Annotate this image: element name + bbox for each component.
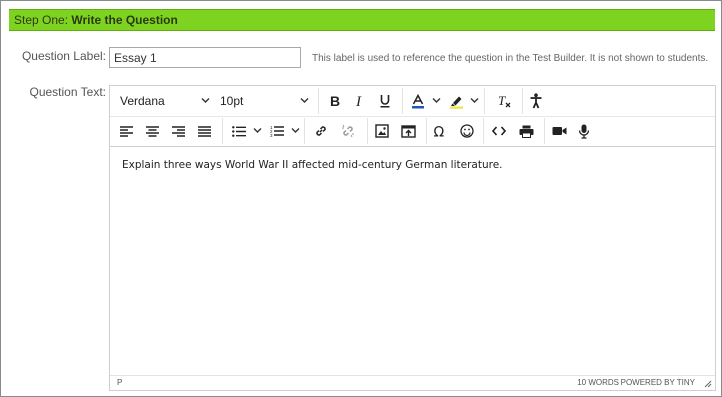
image-icon (375, 124, 389, 138)
toolbar-row-2: 123 Ω (110, 116, 715, 147)
numbered-list-button[interactable]: 123 (265, 119, 289, 143)
bold-button[interactable]: B (323, 89, 347, 113)
font-family-select[interactable]: Verdana (114, 89, 214, 113)
upload-button[interactable] (396, 119, 420, 143)
insert-video-button[interactable] (547, 119, 571, 143)
text-color-icon (411, 93, 425, 109)
video-icon (552, 126, 567, 136)
bullet-list-icon (232, 125, 246, 137)
microphone-icon (578, 124, 590, 139)
code-icon (492, 126, 506, 136)
question-text-label: Question Text: (29, 85, 107, 99)
rich-text-editor: Verdana 10pt B I T 1 2 3 Ω Explain three… (109, 85, 716, 391)
upload-icon (400, 124, 416, 138)
italic-icon: I (355, 94, 365, 108)
insert-link-button[interactable] (309, 119, 333, 143)
chevron-down-icon (432, 97, 441, 104)
clear-format-button[interactable]: T (492, 89, 516, 113)
svg-text:B: B (330, 94, 340, 108)
align-right-icon (171, 125, 185, 137)
source-code-button[interactable] (487, 119, 511, 143)
element-path[interactable]: P (117, 378, 122, 387)
clear-format-icon: T (497, 94, 511, 108)
underline-button[interactable] (373, 89, 397, 113)
chevron-down-icon (470, 97, 479, 104)
underline-icon (379, 94, 391, 108)
chevron-down-icon (291, 127, 300, 134)
accessibility-checker-button[interactable] (524, 89, 548, 113)
step-prefix: Step One: (14, 13, 69, 27)
svg-text:3: 3 (270, 133, 273, 137)
step-header: Step One: Write the Question (9, 9, 715, 31)
powered-by-tiny-link[interactable]: POWERED BY TINY (621, 378, 695, 387)
align-left-button[interactable] (114, 119, 138, 143)
unlink-icon (341, 124, 355, 138)
svg-text:Ω: Ω (434, 125, 445, 139)
svg-text:T: T (498, 94, 506, 108)
insert-image-button[interactable] (370, 119, 394, 143)
align-center-button[interactable] (140, 119, 164, 143)
emoji-button[interactable] (455, 119, 479, 143)
font-size-value: 10pt (220, 94, 244, 108)
chevron-down-icon (253, 127, 262, 134)
highlight-button[interactable] (444, 89, 468, 113)
italic-button[interactable]: I (348, 89, 372, 113)
align-left-icon (119, 125, 133, 137)
word-count[interactable]: 10 WORDS (577, 378, 619, 387)
question-text-content: Explain three ways World War II affected… (122, 159, 503, 171)
highlight-icon (449, 94, 464, 109)
justify-button[interactable] (192, 119, 216, 143)
question-editor-panel: Step One: Write the Question Question La… (0, 0, 722, 397)
record-audio-button[interactable] (572, 119, 596, 143)
question-label-label: Question Label: (21, 49, 106, 63)
print-button[interactable] (514, 119, 538, 143)
accessibility-icon (529, 93, 543, 109)
omega-icon: Ω (433, 124, 447, 139)
editor-status-bar: P 10 WORDS POWERED BY TINY (110, 375, 715, 390)
chevron-down-icon (300, 97, 309, 104)
step-title: Write the Question (71, 13, 178, 27)
text-color-button[interactable] (406, 89, 430, 113)
bold-icon: B (329, 94, 341, 108)
font-family-value: Verdana (120, 94, 165, 108)
special-character-button[interactable]: Ω (428, 119, 452, 143)
numbered-list-icon: 123 (270, 125, 284, 137)
resize-handle-icon[interactable] (704, 380, 712, 388)
question-label-input[interactable] (109, 47, 301, 68)
editor-content-area[interactable]: Explain three ways World War II affected… (110, 147, 715, 375)
svg-text:I: I (355, 94, 362, 108)
align-right-button[interactable] (166, 119, 190, 143)
justify-icon (197, 125, 211, 137)
align-center-icon (145, 125, 159, 137)
question-label-hint: This label is used to reference the ques… (312, 53, 709, 64)
bullet-list-button[interactable] (227, 119, 251, 143)
emoji-icon (460, 124, 474, 138)
chevron-down-icon (201, 97, 210, 104)
link-icon (314, 124, 328, 138)
remove-link-button[interactable] (336, 119, 360, 143)
print-icon (519, 125, 534, 138)
toolbar-row-1: Verdana 10pt B I T (110, 86, 715, 117)
